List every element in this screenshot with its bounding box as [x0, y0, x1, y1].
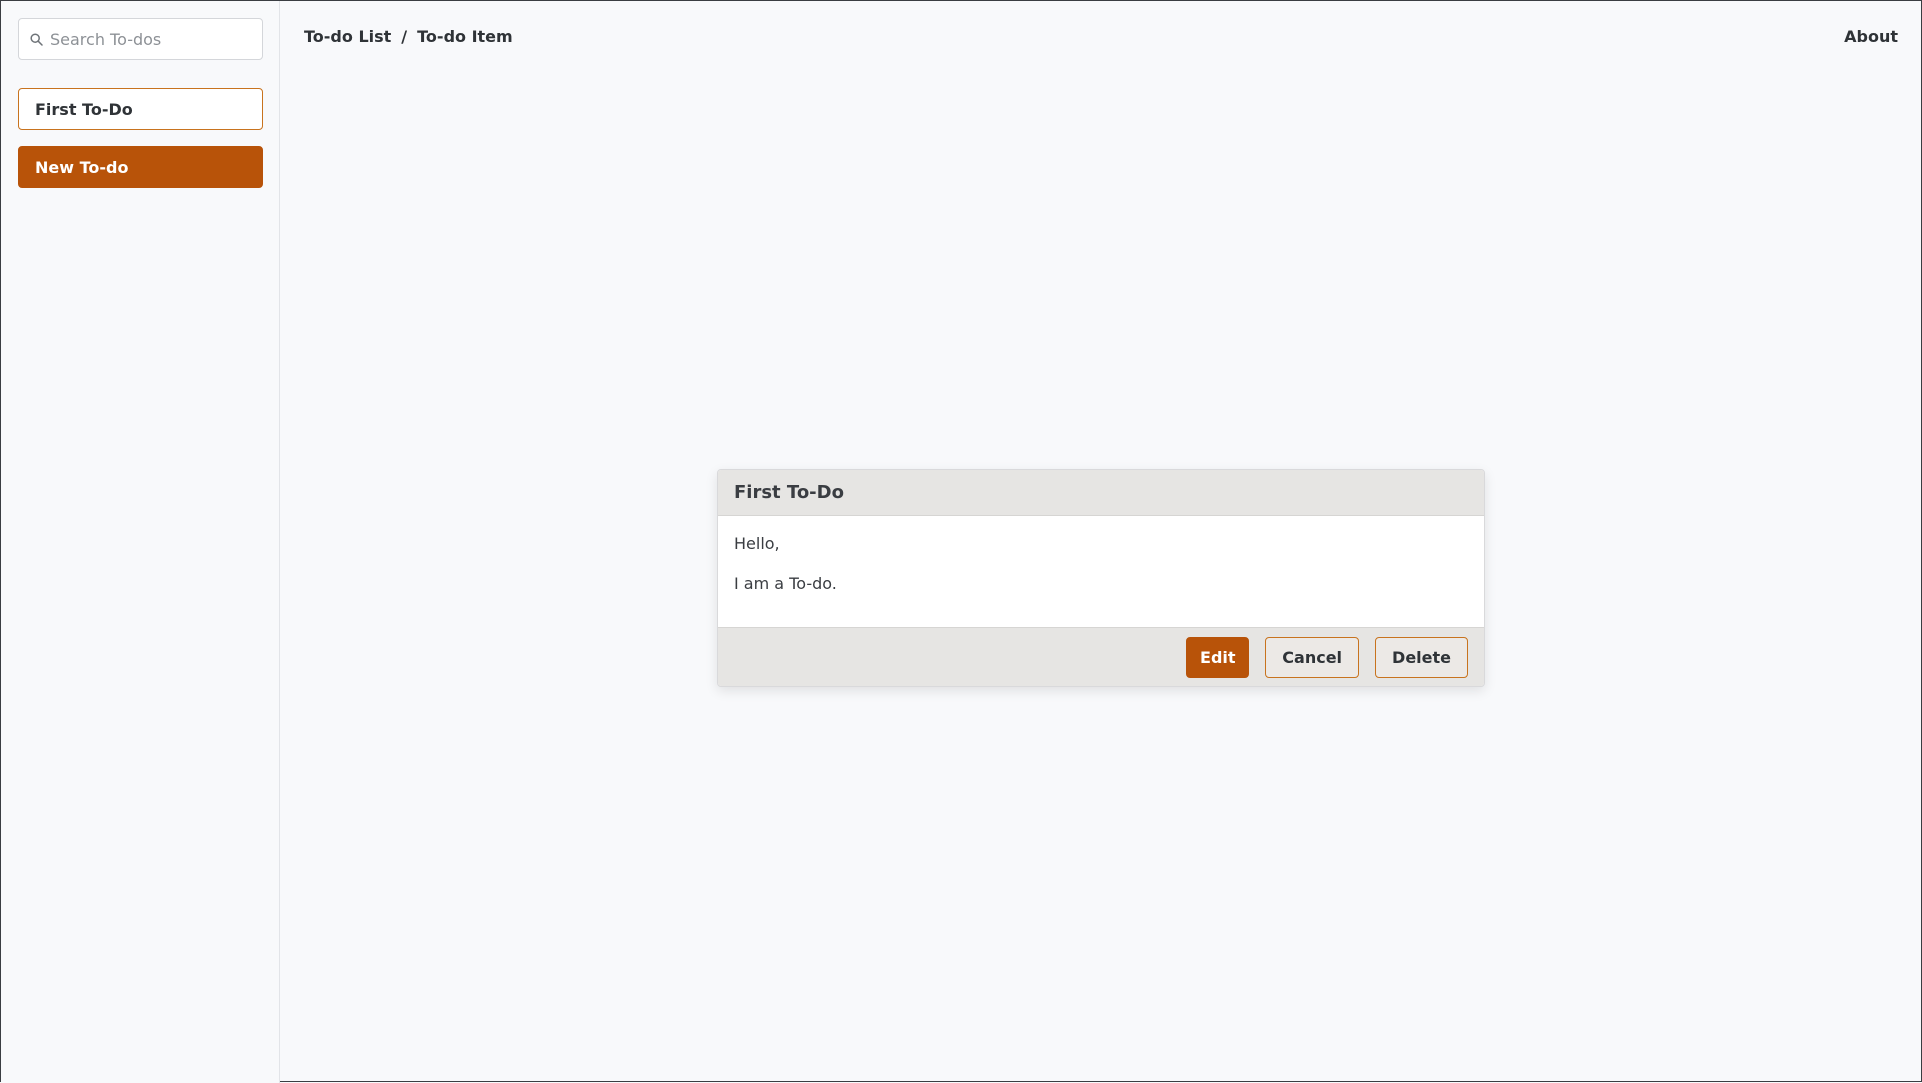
todo-card-body: Hello, I am a To-do. — [718, 516, 1484, 628]
breadcrumb-separator: / — [401, 27, 408, 46]
breadcrumb: To-do List / To-do Item — [304, 27, 513, 46]
app-frame: First To-Do New To-do To-do List / To-do… — [0, 0, 1922, 1083]
todo-card-footer: Edit Cancel Delete — [718, 627, 1484, 686]
todo-card: First To-Do Hello, I am a To-do. Edit Ca… — [717, 469, 1485, 687]
todo-body-line: Hello, — [734, 534, 780, 553]
search-box[interactable] — [18, 18, 263, 60]
delete-button[interactable]: Delete — [1375, 636, 1468, 678]
sidebar-item-new-todo[interactable]: New To-do — [18, 146, 263, 188]
sidebar-item-first-todo[interactable]: First To-Do — [18, 88, 263, 130]
cancel-button[interactable]: Cancel — [1265, 636, 1360, 678]
todo-card-title: First To-Do — [718, 470, 1484, 516]
breadcrumb-root-link[interactable]: To-do List — [304, 27, 391, 46]
breadcrumb-current: To-do Item — [417, 27, 513, 46]
todo-body-line: I am a To-do. — [734, 574, 837, 593]
search-icon — [30, 32, 43, 46]
about-link[interactable]: About — [1844, 27, 1898, 46]
sidebar: First To-Do New To-do — [1, 1, 280, 1083]
edit-button[interactable]: Edit — [1186, 636, 1250, 678]
search-input[interactable] — [50, 29, 250, 49]
